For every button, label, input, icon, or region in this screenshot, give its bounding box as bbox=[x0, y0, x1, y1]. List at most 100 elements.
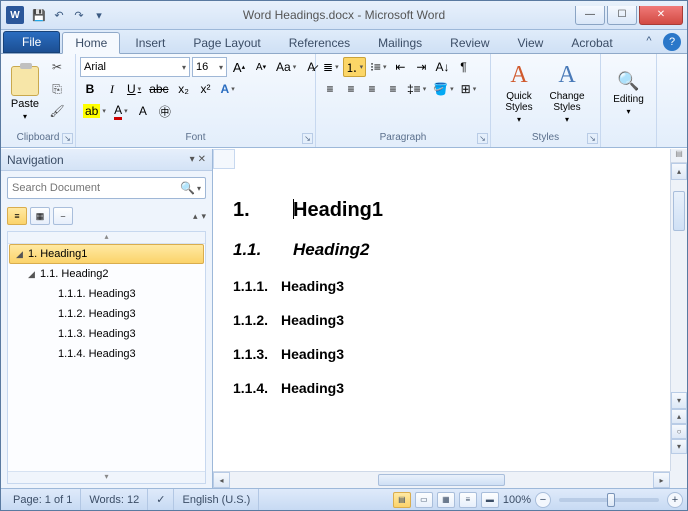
doc-heading-3[interactable]: 1.1.1.Heading3 bbox=[233, 278, 650, 294]
font-name-combo[interactable]: Arial▾ bbox=[80, 57, 190, 77]
status-words[interactable]: Words: 12 bbox=[81, 489, 148, 510]
zoom-out-button[interactable]: − bbox=[535, 492, 551, 508]
ruler-corner[interactable] bbox=[213, 149, 235, 169]
numbering-button[interactable]: ⒈▾ bbox=[343, 57, 367, 77]
tab-file[interactable]: File bbox=[3, 31, 60, 53]
doc-heading-2[interactable]: 1.1.Heading2 bbox=[233, 240, 650, 260]
increase-indent-button[interactable]: ⇥ bbox=[411, 57, 431, 77]
bold-button[interactable]: B bbox=[80, 79, 100, 99]
view-print-layout[interactable]: ▤ bbox=[393, 492, 411, 508]
shrink-font-button[interactable]: A▾ bbox=[251, 57, 271, 77]
tab-home[interactable]: Home bbox=[62, 32, 120, 54]
document-body[interactable]: 1.Heading1 1.1.Heading2 1.1.1.Heading3 1.1.… bbox=[213, 169, 670, 444]
nav-tab-results[interactable]: ⎯ bbox=[53, 207, 73, 225]
italic-button[interactable]: I bbox=[102, 79, 122, 99]
status-page[interactable]: Page: 1 of 1 bbox=[5, 489, 81, 510]
zoom-level[interactable]: 100% bbox=[503, 494, 531, 506]
nav-tree-item[interactable]: 1.1.4. Heading3 bbox=[9, 344, 204, 364]
nav-tree-item[interactable]: 1.1.1. Heading3 bbox=[9, 284, 204, 304]
next-page-button[interactable]: ▾ bbox=[671, 439, 687, 454]
clipboard-dialog-launcher[interactable]: ↘ bbox=[62, 133, 73, 144]
justify-button[interactable]: ≡ bbox=[383, 79, 403, 99]
horizontal-scrollbar[interactable]: ◂ ▸ bbox=[213, 471, 670, 488]
minimize-ribbon-icon[interactable]: ^ bbox=[641, 33, 657, 49]
search-icon[interactable]: 🔍 bbox=[180, 181, 195, 195]
nav-search-box[interactable]: 🔍 ▾ bbox=[7, 177, 206, 199]
help-icon[interactable]: ? bbox=[663, 33, 681, 51]
save-button[interactable]: 💾 bbox=[30, 6, 48, 24]
cut-button[interactable]: ✂ bbox=[47, 57, 67, 77]
search-dropdown-icon[interactable]: ▾ bbox=[197, 184, 201, 193]
doc-heading-3[interactable]: 1.1.2.Heading3 bbox=[233, 312, 650, 328]
ruler-toggle[interactable]: ▤ bbox=[671, 149, 687, 163]
grow-font-button[interactable]: A▴ bbox=[229, 57, 249, 77]
align-right-button[interactable]: ≡ bbox=[362, 79, 382, 99]
highlight-button[interactable]: ab▾ bbox=[80, 101, 109, 121]
view-outline[interactable]: ≡ bbox=[459, 492, 477, 508]
borders-button[interactable]: ⊞▾ bbox=[458, 79, 480, 99]
vertical-scrollbar[interactable]: ▤ ▴ ▴ ○ ▾ ▾ bbox=[670, 149, 687, 471]
tab-references[interactable]: References bbox=[276, 31, 363, 53]
nav-tree-item[interactable]: ◢1.1. Heading2 bbox=[9, 264, 204, 284]
doc-heading-3[interactable]: 1.1.4.Heading3 bbox=[233, 380, 650, 396]
strikethrough-button[interactable]: abc bbox=[146, 79, 171, 99]
scroll-right-button[interactable]: ▸ bbox=[653, 472, 670, 488]
paste-button[interactable]: Paste ▾ bbox=[5, 57, 45, 129]
doc-heading-3[interactable]: 1.1.3.Heading3 bbox=[233, 346, 650, 362]
show-hide-button[interactable]: ¶ bbox=[453, 57, 473, 77]
nav-tree-item[interactable]: 1.1.2. Heading3 bbox=[9, 304, 204, 324]
enclose-chars-button[interactable]: ㊥ bbox=[155, 101, 175, 121]
prev-page-button[interactable]: ▴ bbox=[671, 409, 687, 424]
copy-button[interactable]: ⎘ bbox=[47, 79, 67, 99]
view-web-layout[interactable]: ▦ bbox=[437, 492, 455, 508]
font-dialog-launcher[interactable]: ↘ bbox=[302, 133, 313, 144]
styles-dialog-launcher[interactable]: ↘ bbox=[587, 133, 598, 144]
qat-customize[interactable]: ▾ bbox=[90, 6, 108, 24]
vscroll-thumb[interactable] bbox=[673, 191, 685, 231]
bullets-button[interactable]: ≣▾ bbox=[320, 57, 342, 77]
tab-review[interactable]: Review bbox=[437, 31, 502, 53]
nav-tab-pages[interactable]: ▦ bbox=[30, 207, 50, 225]
font-color-button[interactable]: A▾ bbox=[111, 101, 131, 121]
browse-object-button[interactable]: ○ bbox=[671, 424, 687, 439]
zoom-in-button[interactable]: + bbox=[667, 492, 683, 508]
editing-button[interactable]: 🔍 Editing ▾ bbox=[605, 57, 652, 129]
align-center-button[interactable]: ≡ bbox=[341, 79, 361, 99]
char-shading-button[interactable]: A bbox=[133, 101, 153, 121]
nav-menu-icon[interactable]: ▾ bbox=[190, 154, 195, 165]
format-painter-button[interactable]: 🖌 bbox=[47, 101, 67, 121]
paragraph-dialog-launcher[interactable]: ↘ bbox=[477, 133, 488, 144]
clear-formatting-button[interactable]: A̷ bbox=[301, 57, 321, 77]
redo-button[interactable]: ↷ bbox=[70, 6, 88, 24]
doc-heading-1[interactable]: 1.Heading1 bbox=[233, 199, 650, 222]
zoom-knob[interactable] bbox=[607, 493, 615, 507]
nav-scroll-down[interactable]: ▾ bbox=[8, 471, 205, 483]
undo-button[interactable]: ↶ bbox=[50, 6, 68, 24]
nav-prev-icon[interactable]: ▴ bbox=[193, 211, 198, 222]
tab-mailings[interactable]: Mailings bbox=[365, 31, 435, 53]
align-left-button[interactable]: ≡ bbox=[320, 79, 340, 99]
font-size-combo[interactable]: 16▾ bbox=[192, 57, 227, 77]
underline-button[interactable]: U▾ bbox=[124, 79, 144, 99]
subscript-button[interactable]: x₂ bbox=[174, 79, 194, 99]
shading-button[interactable]: 🪣▾ bbox=[430, 79, 456, 99]
document-scroller[interactable]: 1.Heading1 1.1.Heading2 1.1.1.Heading3 1.1.… bbox=[213, 169, 670, 471]
scroll-up-button[interactable]: ▴ bbox=[671, 163, 687, 180]
view-full-screen[interactable]: ▭ bbox=[415, 492, 433, 508]
decrease-indent-button[interactable]: ⇤ bbox=[390, 57, 410, 77]
tab-page-layout[interactable]: Page Layout bbox=[180, 31, 273, 53]
change-styles-button[interactable]: A Change Styles ▾ bbox=[543, 57, 591, 129]
scroll-left-button[interactable]: ◂ bbox=[213, 472, 230, 488]
nav-close-icon[interactable]: ✕ bbox=[198, 154, 206, 165]
minimize-button[interactable]: — bbox=[575, 6, 605, 25]
nav-tree-item[interactable]: ◢1. Heading1 bbox=[9, 244, 204, 264]
nav-scroll-up[interactable]: ▴ bbox=[8, 232, 205, 244]
zoom-slider[interactable] bbox=[559, 498, 659, 502]
line-spacing-button[interactable]: ‡≡▾ bbox=[404, 79, 429, 99]
tab-acrobat[interactable]: Acrobat bbox=[558, 31, 625, 53]
status-proofing[interactable]: ✓ bbox=[148, 489, 174, 510]
view-draft[interactable]: ▬ bbox=[481, 492, 499, 508]
nav-next-icon[interactable]: ▾ bbox=[201, 211, 206, 222]
superscript-button[interactable]: x² bbox=[196, 79, 216, 99]
quick-styles-button[interactable]: A Quick Styles ▾ bbox=[495, 57, 543, 129]
